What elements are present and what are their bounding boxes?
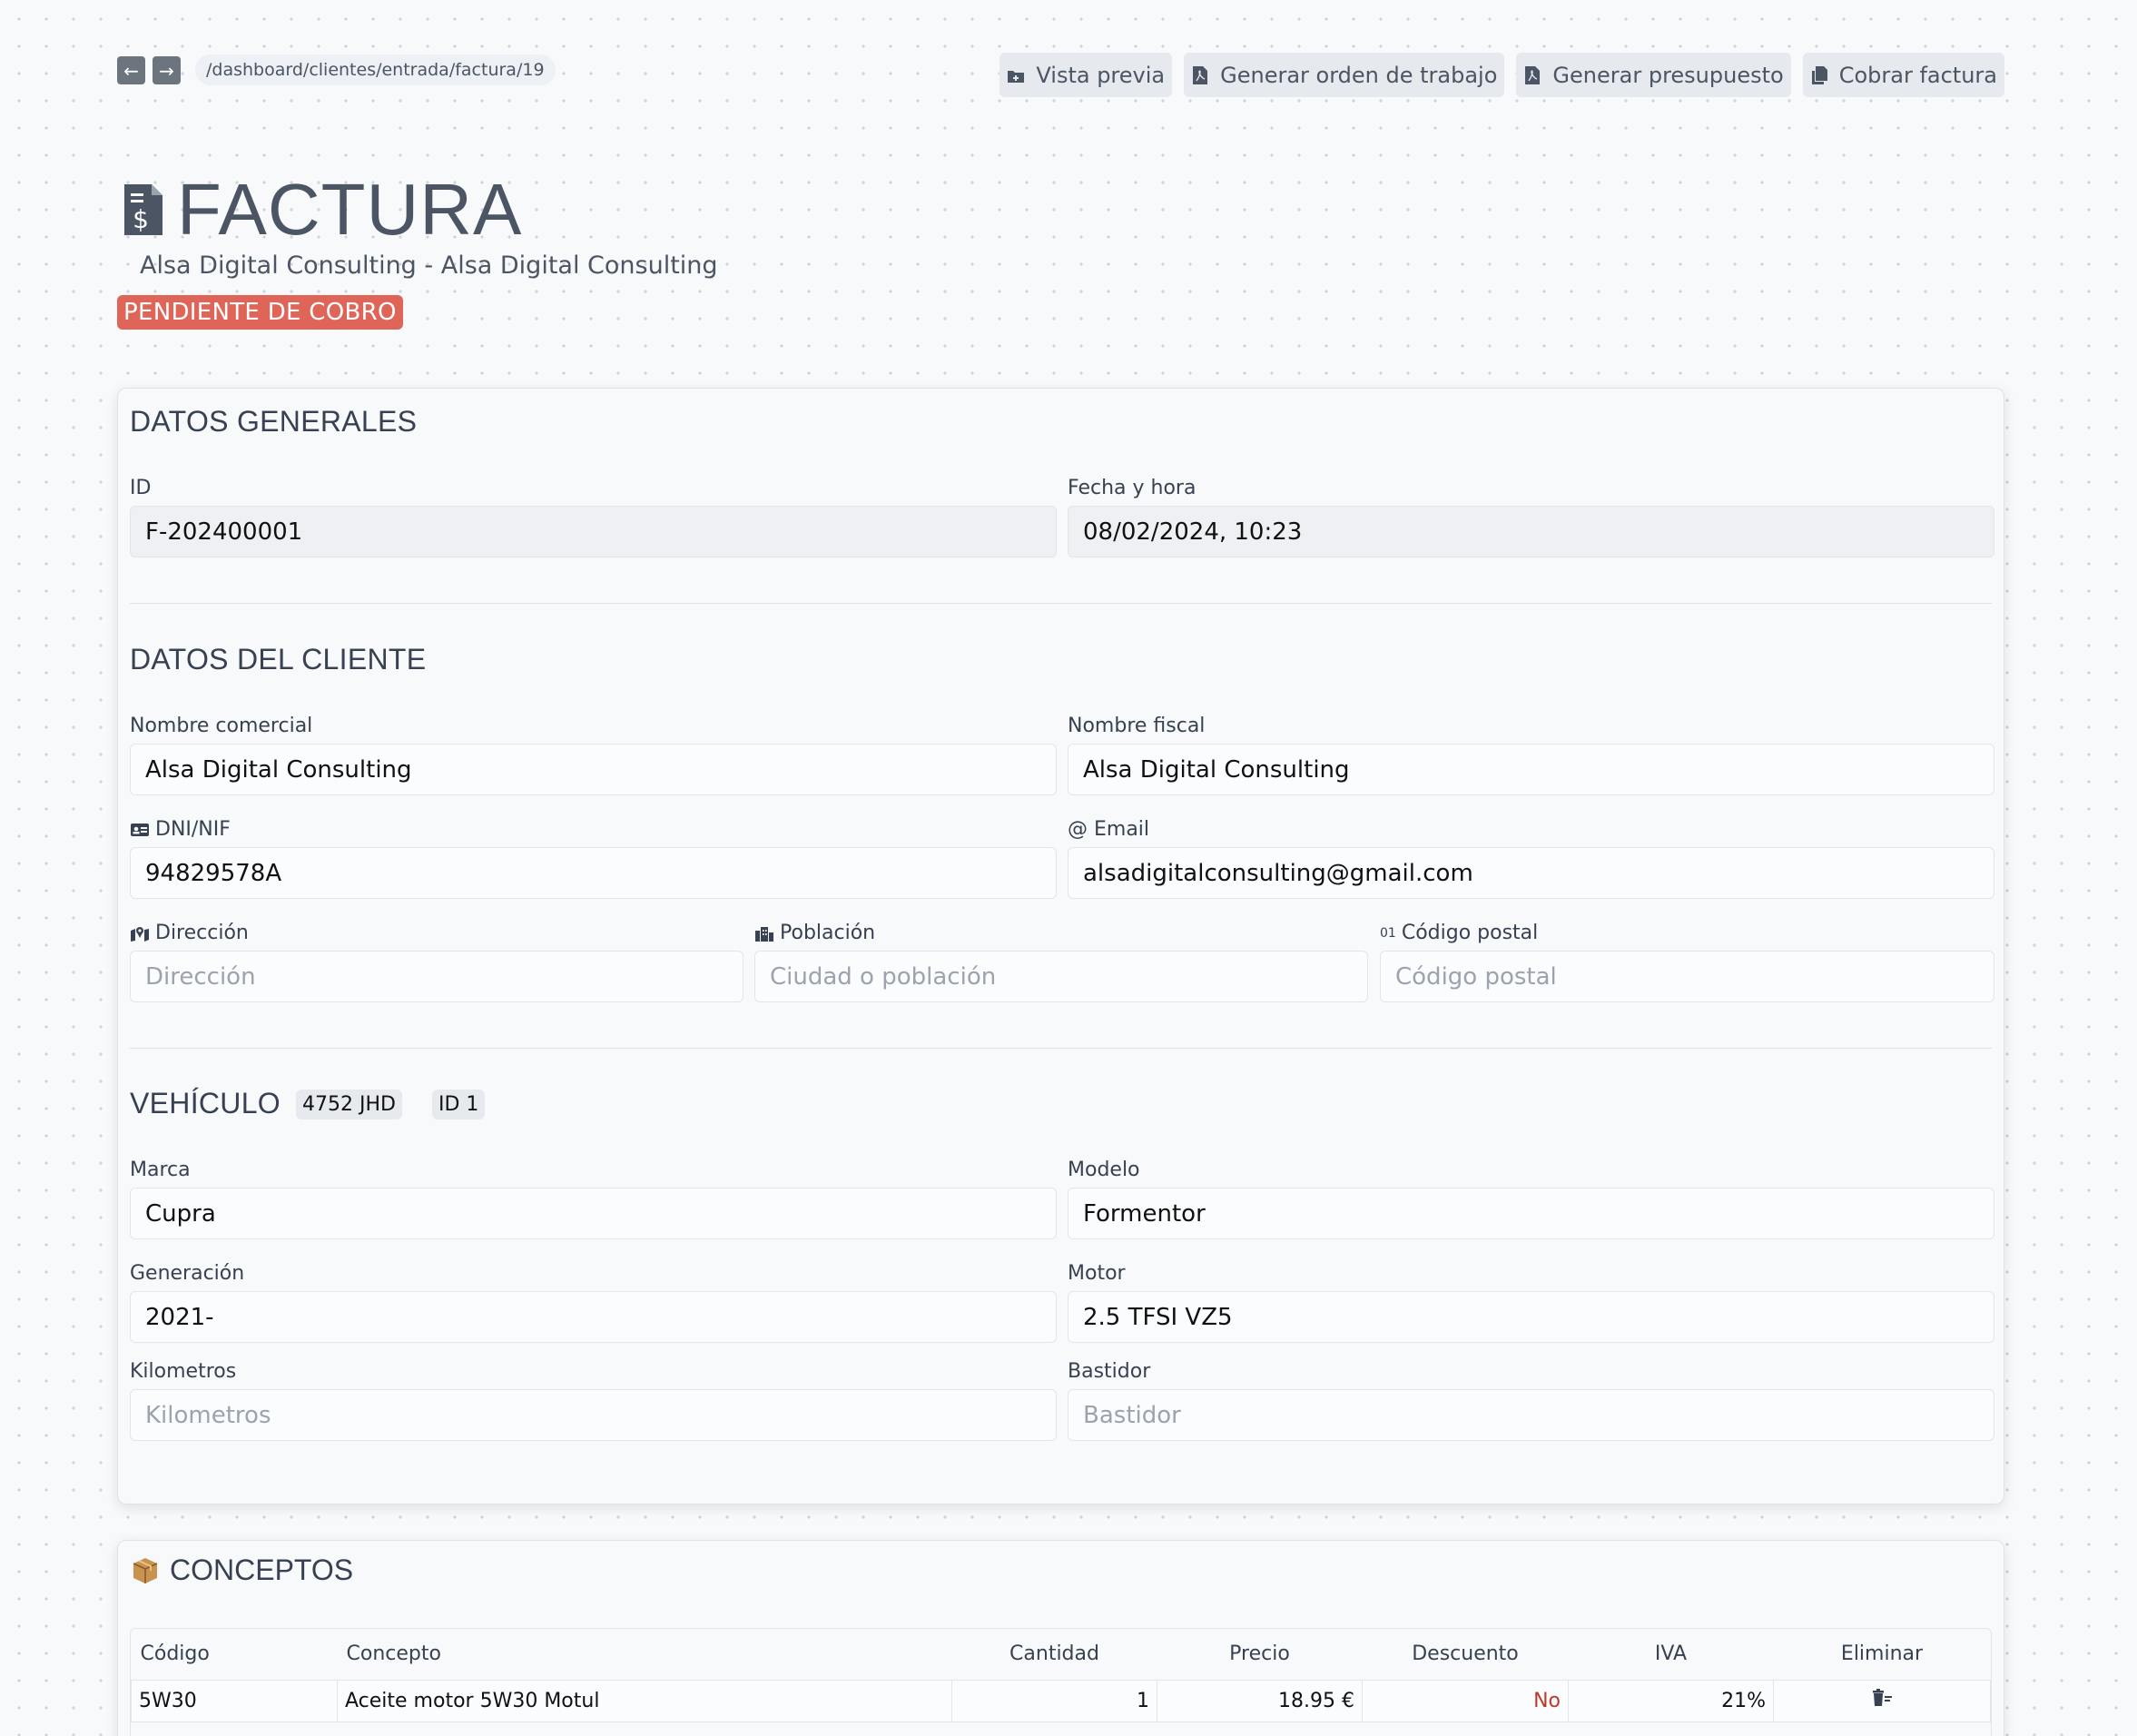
preview-button[interactable]: Vista previa — [1000, 53, 1173, 97]
datetime-field[interactable] — [1068, 506, 1994, 557]
address-label: Dirección — [130, 922, 249, 944]
dni-label-text: DNI/NIF — [155, 818, 231, 841]
work-order-label: Generar orden de trabajo — [1220, 62, 1498, 88]
column-header-concept: Concepto — [346, 1642, 441, 1666]
date-label: Fecha y hora — [1068, 477, 1197, 499]
address-field[interactable] — [130, 951, 744, 1002]
brand-label: Marca — [130, 1159, 191, 1181]
generation-field[interactable] — [130, 1291, 1057, 1343]
city-label: Población — [754, 922, 875, 944]
engine-label: Motor — [1068, 1262, 1126, 1285]
cell-price[interactable]: 18.95 € — [1157, 1679, 1363, 1722]
section-divider — [130, 603, 1992, 604]
pdf-file-icon — [1525, 65, 1541, 84]
status-badge: PENDIENTE DE COBRO — [117, 295, 403, 330]
chassis-label: Bastidor — [1068, 1360, 1151, 1383]
concepts-section-title: CONCEPTOS — [170, 1554, 354, 1586]
id-label: ID — [130, 477, 152, 499]
address-label-text: Dirección — [155, 922, 249, 944]
vehicle-section-title: VEHÍCULO — [130, 1087, 281, 1120]
table-row: 5W30 Aceite motor 5W30 Motul 1 18.95 € N… — [131, 1679, 1991, 1722]
number-icon: 01 — [1380, 925, 1396, 941]
city-buildings-icon — [755, 926, 773, 942]
chassis-field[interactable] — [1068, 1389, 1994, 1441]
forward-arrow-icon[interactable]: → — [153, 56, 181, 84]
charge-invoice-label: Cobrar factura — [1838, 62, 1997, 88]
svg-text:$: $ — [133, 204, 149, 234]
fiscal-name-field[interactable] — [1068, 744, 1994, 795]
concepts-card: CONCEPTOS Código Concepto Cantidad Preci… — [117, 1540, 2004, 1736]
km-field[interactable] — [130, 1389, 1057, 1441]
postal-code-label: 01 Código postal — [1380, 922, 1538, 944]
action-toolbar: Vista previa Generar orden de trabajo Ge… — [1000, 53, 2004, 97]
model-field[interactable] — [1068, 1188, 1994, 1239]
folder-plus-icon — [1008, 70, 1025, 83]
model-label: Modelo — [1068, 1159, 1140, 1181]
id-card-icon — [131, 823, 149, 836]
trade-name-field[interactable] — [130, 744, 1057, 795]
email-label: @ Email — [1068, 818, 1150, 841]
vehicle-id-badge: ID 1 — [432, 1090, 486, 1120]
preview-label: Vista previa — [1036, 62, 1166, 88]
invoice-dollar-icon: $ — [124, 184, 162, 235]
column-header-delete: Eliminar — [1840, 1642, 1924, 1666]
engine-field[interactable] — [1068, 1291, 1994, 1343]
general-section-title: DATOS GENERALES — [130, 405, 418, 438]
trade-name-label: Nombre comercial — [130, 715, 313, 737]
invoice-details-card: DATOS GENERALES ID Fecha y hora DATOS DE… — [117, 388, 2004, 1504]
section-divider — [130, 1048, 1992, 1049]
title-row: $ FACTURA — [123, 168, 522, 252]
invoice-header: $ FACTURA Alsa Digital Consulting - Alsa… — [117, 132, 2004, 372]
column-header-code: Código — [140, 1642, 210, 1666]
budget-label: Generar presupuesto — [1552, 62, 1784, 88]
map-location-icon — [131, 926, 149, 942]
cell-code[interactable]: 5W30 — [131, 1679, 338, 1722]
package-icon — [133, 1557, 158, 1583]
cell-concept[interactable]: Aceite motor 5W30 Motul — [337, 1679, 952, 1722]
concepts-title-row: CONCEPTOS — [130, 1554, 353, 1587]
postal-code-label-text: Código postal — [1401, 922, 1539, 944]
email-field[interactable] — [1068, 847, 1994, 899]
fiscal-name-label: Nombre fiscal — [1068, 715, 1206, 737]
table-header-row: Código Concepto Cantidad Precio Descuent… — [132, 1629, 1991, 1680]
column-header-vat: IVA — [1654, 1642, 1688, 1666]
concepts-table: Código Concepto Cantidad Precio Descuent… — [130, 1628, 1992, 1736]
back-arrow-icon[interactable]: ← — [117, 56, 145, 84]
column-header-discount: Descuento — [1412, 1642, 1519, 1666]
postal-code-field[interactable] — [1380, 951, 1994, 1002]
column-header-quantity: Cantidad — [1009, 1642, 1099, 1666]
generation-label: Generación — [130, 1262, 245, 1285]
cell-delete[interactable] — [1773, 1679, 1991, 1722]
cell-discount[interactable]: No — [1362, 1679, 1569, 1722]
invoice-id-field[interactable] — [130, 506, 1057, 557]
km-label: Kilometros — [130, 1360, 237, 1383]
top-bar: ← → /dashboard/clientes/entrada/factura/… — [117, 53, 2004, 98]
history-nav: ← → — [117, 56, 181, 84]
client-section-title: DATOS DEL CLIENTE — [130, 643, 427, 676]
dni-label: DNI/NIF — [130, 818, 231, 841]
pdf-file-icon — [1193, 65, 1208, 84]
client-subtitle: Alsa Digital Consulting - Alsa Digital C… — [140, 252, 718, 280]
budget-button[interactable]: Generar presupuesto — [1516, 53, 1791, 97]
dni-field[interactable] — [130, 847, 1057, 899]
license-plate-badge: 4752 JHD — [296, 1090, 402, 1120]
work-order-button[interactable]: Generar orden de trabajo — [1184, 53, 1505, 97]
city-label-text: Población — [780, 922, 876, 944]
cell-quantity[interactable]: 1 — [951, 1679, 1157, 1722]
cell-vat[interactable]: 21% — [1568, 1679, 1774, 1722]
brand-field[interactable] — [130, 1188, 1057, 1239]
city-field[interactable] — [754, 951, 1368, 1002]
trash-icon[interactable] — [1870, 1689, 1894, 1707]
breadcrumb: /dashboard/clientes/entrada/factura/19 — [195, 54, 556, 85]
page-title: FACTURA — [177, 169, 523, 250]
column-header-price: Precio — [1229, 1642, 1290, 1666]
copy-files-icon — [1811, 65, 1827, 84]
charge-invoice-button[interactable]: Cobrar factura — [1802, 53, 2004, 97]
